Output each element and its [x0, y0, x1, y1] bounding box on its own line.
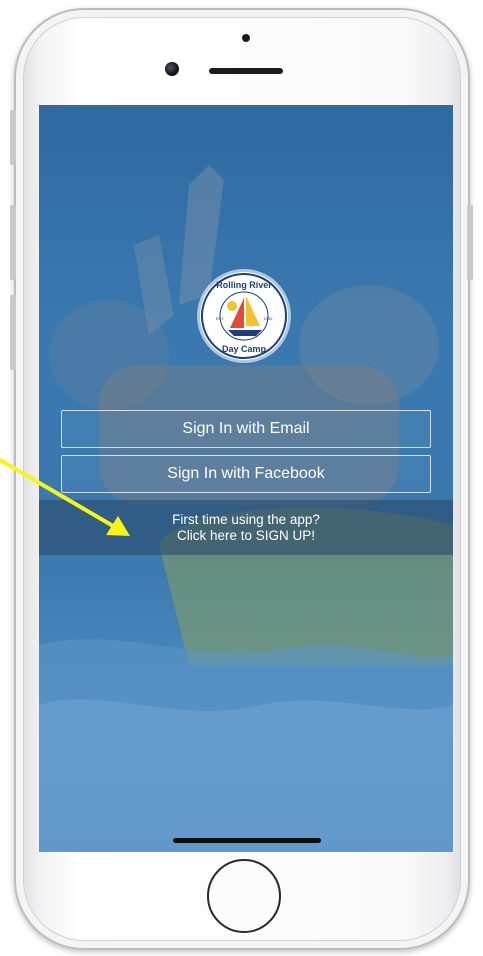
earpiece-speaker — [209, 68, 283, 74]
logo-text-top: Rolling River — [216, 280, 272, 290]
signup-line-1: First time using the app? — [172, 511, 320, 527]
sailboat-logo-icon: Rolling River Day Camp EST. 1992 — [201, 273, 287, 359]
volume-down-button — [10, 295, 16, 370]
sign-in-facebook-label: Sign In with Facebook — [167, 465, 325, 482]
yellow-arrow-annotation-icon — [0, 458, 130, 536]
logo-year: 1992 — [264, 316, 274, 321]
power-button — [467, 205, 473, 280]
proximity-sensor — [242, 34, 250, 42]
home-button[interactable] — [207, 859, 281, 933]
logo-est: EST. — [216, 316, 224, 321]
logo-text-bottom: Day Camp — [222, 344, 267, 354]
signup-line-2: Click here to SIGN UP! — [176, 527, 316, 543]
home-indicator — [173, 838, 321, 843]
volume-up-button — [10, 205, 16, 280]
camp-logo: Rolling River Day Camp EST. 1992 — [200, 272, 288, 360]
mute-switch — [10, 110, 16, 165]
sign-in-email-label: Sign In with Email — [182, 420, 310, 437]
front-camera — [165, 62, 179, 76]
